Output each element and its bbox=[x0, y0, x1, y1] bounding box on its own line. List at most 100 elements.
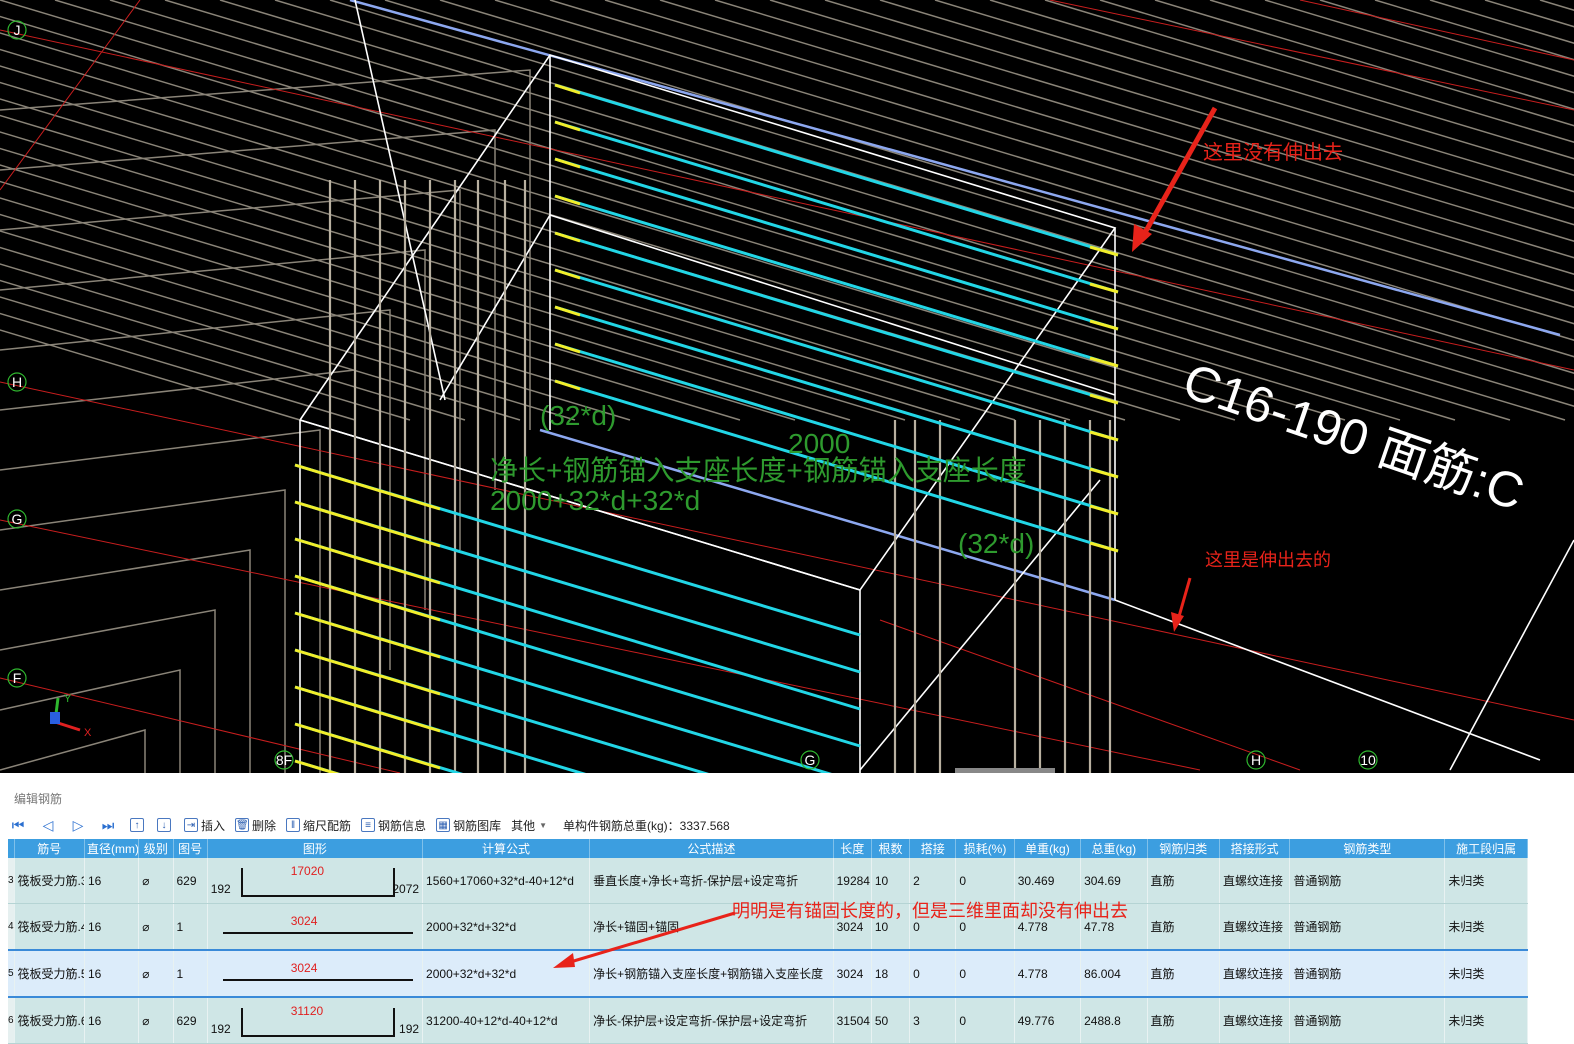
cell-dia[interactable]: 16 bbox=[84, 858, 140, 904]
shape-length: 31120 bbox=[290, 1004, 324, 1018]
col-count[interactable]: 根数 bbox=[871, 839, 911, 858]
col-bar-no[interactable]: 筋号 bbox=[14, 839, 85, 858]
col-length[interactable]: 长度 bbox=[833, 839, 872, 858]
stepped-rebar bbox=[0, 549, 251, 773]
cell-fig[interactable]: 629 bbox=[173, 858, 208, 904]
trash-icon: 🗑 bbox=[235, 818, 250, 832]
cell-stage[interactable]: 未归类 bbox=[1444, 858, 1528, 904]
shape-drawing: 3024 bbox=[211, 904, 419, 949]
cell-shape[interactable]: 17020 192 2072 bbox=[207, 858, 424, 904]
cell-category[interactable]: 直筋 bbox=[1147, 903, 1220, 951]
stepped-rebar bbox=[0, 669, 181, 773]
insert-button[interactable]: ⇥ 插入 bbox=[184, 817, 225, 834]
cell-grade[interactable]: ⌀ bbox=[138, 858, 174, 904]
bg-rebar-line bbox=[0, 147, 906, 421]
other-label: 其他 bbox=[511, 818, 536, 833]
bg-rebar-line bbox=[329, 0, 1574, 374]
dim-right-text: (32*d) bbox=[958, 528, 1034, 559]
scale-rebar-button[interactable]: ‖ 缩尺配筋 bbox=[286, 817, 351, 834]
col-total-weight[interactable]: 总重(kg) bbox=[1080, 839, 1148, 858]
previous-record-icon[interactable]: ◁ bbox=[40, 817, 56, 834]
bg-rebar-line bbox=[1154, 0, 1574, 127]
col-unit-weight[interactable]: 单重(kg) bbox=[1014, 839, 1082, 858]
cell-lap-type[interactable]: 直螺纹连接 bbox=[1219, 903, 1291, 951]
bg-rebar-line bbox=[1429, 0, 1574, 44]
cell-formula[interactable]: 1560+17060+32*d-40+12*d bbox=[422, 858, 591, 904]
cell-category[interactable]: 直筋 bbox=[1147, 858, 1220, 904]
cell-type[interactable]: 普通钢筋 bbox=[1289, 949, 1446, 998]
cell-lap[interactable]: 0 bbox=[909, 949, 957, 998]
ruler-icon: ‖ bbox=[286, 818, 301, 832]
rebar-3d-scene[interactable]: J H G F 8F G H 10 X Y (32*d) 2000 净长+钢筋锚入支座长度+钢… bbox=[0, 0, 1574, 773]
bg-rebar-line bbox=[0, 0, 1401, 421]
other-dropdown[interactable]: 其他 ▼ bbox=[511, 817, 547, 834]
col-stage[interactable]: 施工段归属 bbox=[1444, 839, 1528, 858]
col-grade[interactable]: 级别 bbox=[138, 839, 174, 858]
last-record-icon[interactable]: ⏭ bbox=[100, 817, 116, 834]
panel-title: 编辑钢筋 bbox=[14, 792, 63, 806]
cell-type[interactable]: 普通钢筋 bbox=[1289, 903, 1446, 951]
cell-name[interactable]: 筏板受力筋.5 bbox=[14, 949, 85, 998]
cell-grade[interactable]: ⌀ bbox=[138, 949, 174, 998]
cell-grade[interactable]: ⌀ bbox=[138, 903, 174, 951]
col-figure-no[interactable]: 图号 bbox=[173, 839, 208, 858]
cell-shape[interactable]: 3024 bbox=[207, 949, 424, 998]
cell-name[interactable]: 筏板受力筋.4 bbox=[14, 903, 85, 951]
col-loss[interactable]: 损耗(%) bbox=[955, 839, 1015, 858]
annotation-no-extension: 这里没有伸出去 bbox=[1203, 142, 1343, 164]
cell-type[interactable]: 普通钢筋 bbox=[1289, 858, 1446, 904]
col-description[interactable]: 公式描述 bbox=[589, 839, 834, 858]
cell-dia[interactable]: 16 bbox=[84, 949, 140, 998]
insert-label: 插入 bbox=[201, 818, 226, 833]
annotation-arrow-table bbox=[553, 911, 736, 968]
3d-viewport[interactable]: J H G F 8F G H 10 X Y (32*d) 2000 净长+钢筋锚入支座长度+钢… bbox=[0, 0, 1574, 773]
yellow-rebar-end bbox=[294, 685, 441, 733]
shape-length: 17020 bbox=[290, 864, 325, 878]
cell-stage[interactable]: 未归类 bbox=[1444, 903, 1528, 951]
delete-button[interactable]: 🗑 删除 bbox=[235, 817, 276, 834]
col-category[interactable]: 钢筋归类 bbox=[1147, 839, 1220, 858]
bg-rebar-line bbox=[0, 312, 356, 421]
yellow-rebar-end bbox=[554, 379, 581, 391]
first-record-icon[interactable]: ⏮ bbox=[10, 817, 26, 834]
move-down-button[interactable]: ↓ bbox=[157, 818, 174, 832]
rebar-info-label: 钢筋信息 bbox=[378, 818, 427, 833]
cell-lap-type[interactable]: 直螺纹连接 bbox=[1219, 949, 1291, 998]
cell-stage[interactable]: 未归类 bbox=[1444, 949, 1528, 998]
next-record-icon[interactable]: ▷ bbox=[70, 817, 86, 834]
stepped-rebar bbox=[0, 189, 461, 550]
stepped-rebar bbox=[0, 129, 496, 490]
col-shape[interactable]: 图形 bbox=[207, 839, 424, 858]
cell-loss[interactable]: 0 bbox=[955, 949, 1015, 998]
col-formula[interactable]: 计算公式 bbox=[422, 839, 591, 858]
move-up-button[interactable]: ↑ bbox=[130, 818, 147, 832]
shape-drawing: 17020 192 2072 bbox=[211, 858, 419, 903]
shape-left-bend: 192 bbox=[210, 1022, 231, 1036]
cell-name[interactable]: 筏板受力筋.3 bbox=[14, 858, 85, 904]
cell-len[interactable]: 3024 bbox=[833, 949, 872, 998]
cell-dia[interactable]: 16 bbox=[84, 903, 140, 951]
cell-count[interactable]: 18 bbox=[871, 949, 911, 998]
col-lap-type[interactable]: 搭接形式 bbox=[1219, 839, 1291, 858]
insert-icon: ⇥ bbox=[184, 818, 198, 832]
rebar-info-button[interactable]: ≡ 钢筋信息 bbox=[361, 817, 426, 834]
col-diameter[interactable]: 直径(mm) bbox=[84, 839, 140, 858]
cell-fig[interactable]: 1 bbox=[173, 949, 208, 998]
cell-shape[interactable]: 3024 bbox=[207, 903, 424, 951]
shape-drawing: 3024 bbox=[211, 952, 419, 995]
table-row[interactable]: 5 筏板受力筋.5 16 ⌀ 1 3024 2000+32*d+32*d 净长+钢筋锚入支座长… bbox=[8, 949, 1528, 998]
cell-category[interactable]: 直筋 bbox=[1147, 949, 1220, 998]
col-lap[interactable]: 搭接 bbox=[909, 839, 957, 858]
cell-lap-type[interactable]: 直螺纹连接 bbox=[1219, 858, 1291, 904]
yellow-rebar-end bbox=[554, 305, 581, 317]
background-rebar-lines bbox=[0, 0, 1574, 773]
col-rebar-type[interactable]: 钢筋类型 bbox=[1289, 839, 1446, 858]
cell-unit-w[interactable]: 4.778 bbox=[1014, 949, 1082, 998]
rebar-library-button[interactable]: ▦ 钢筋图库 bbox=[436, 817, 501, 834]
axis-label-8f: 8F bbox=[276, 752, 292, 768]
cell-fig[interactable]: 1 bbox=[173, 903, 208, 951]
stepped-rebar bbox=[0, 429, 321, 773]
cell-total-w[interactable]: 86.004 bbox=[1080, 949, 1148, 998]
stepped-rebar bbox=[0, 729, 146, 773]
yellow-rebar-end bbox=[294, 500, 441, 548]
